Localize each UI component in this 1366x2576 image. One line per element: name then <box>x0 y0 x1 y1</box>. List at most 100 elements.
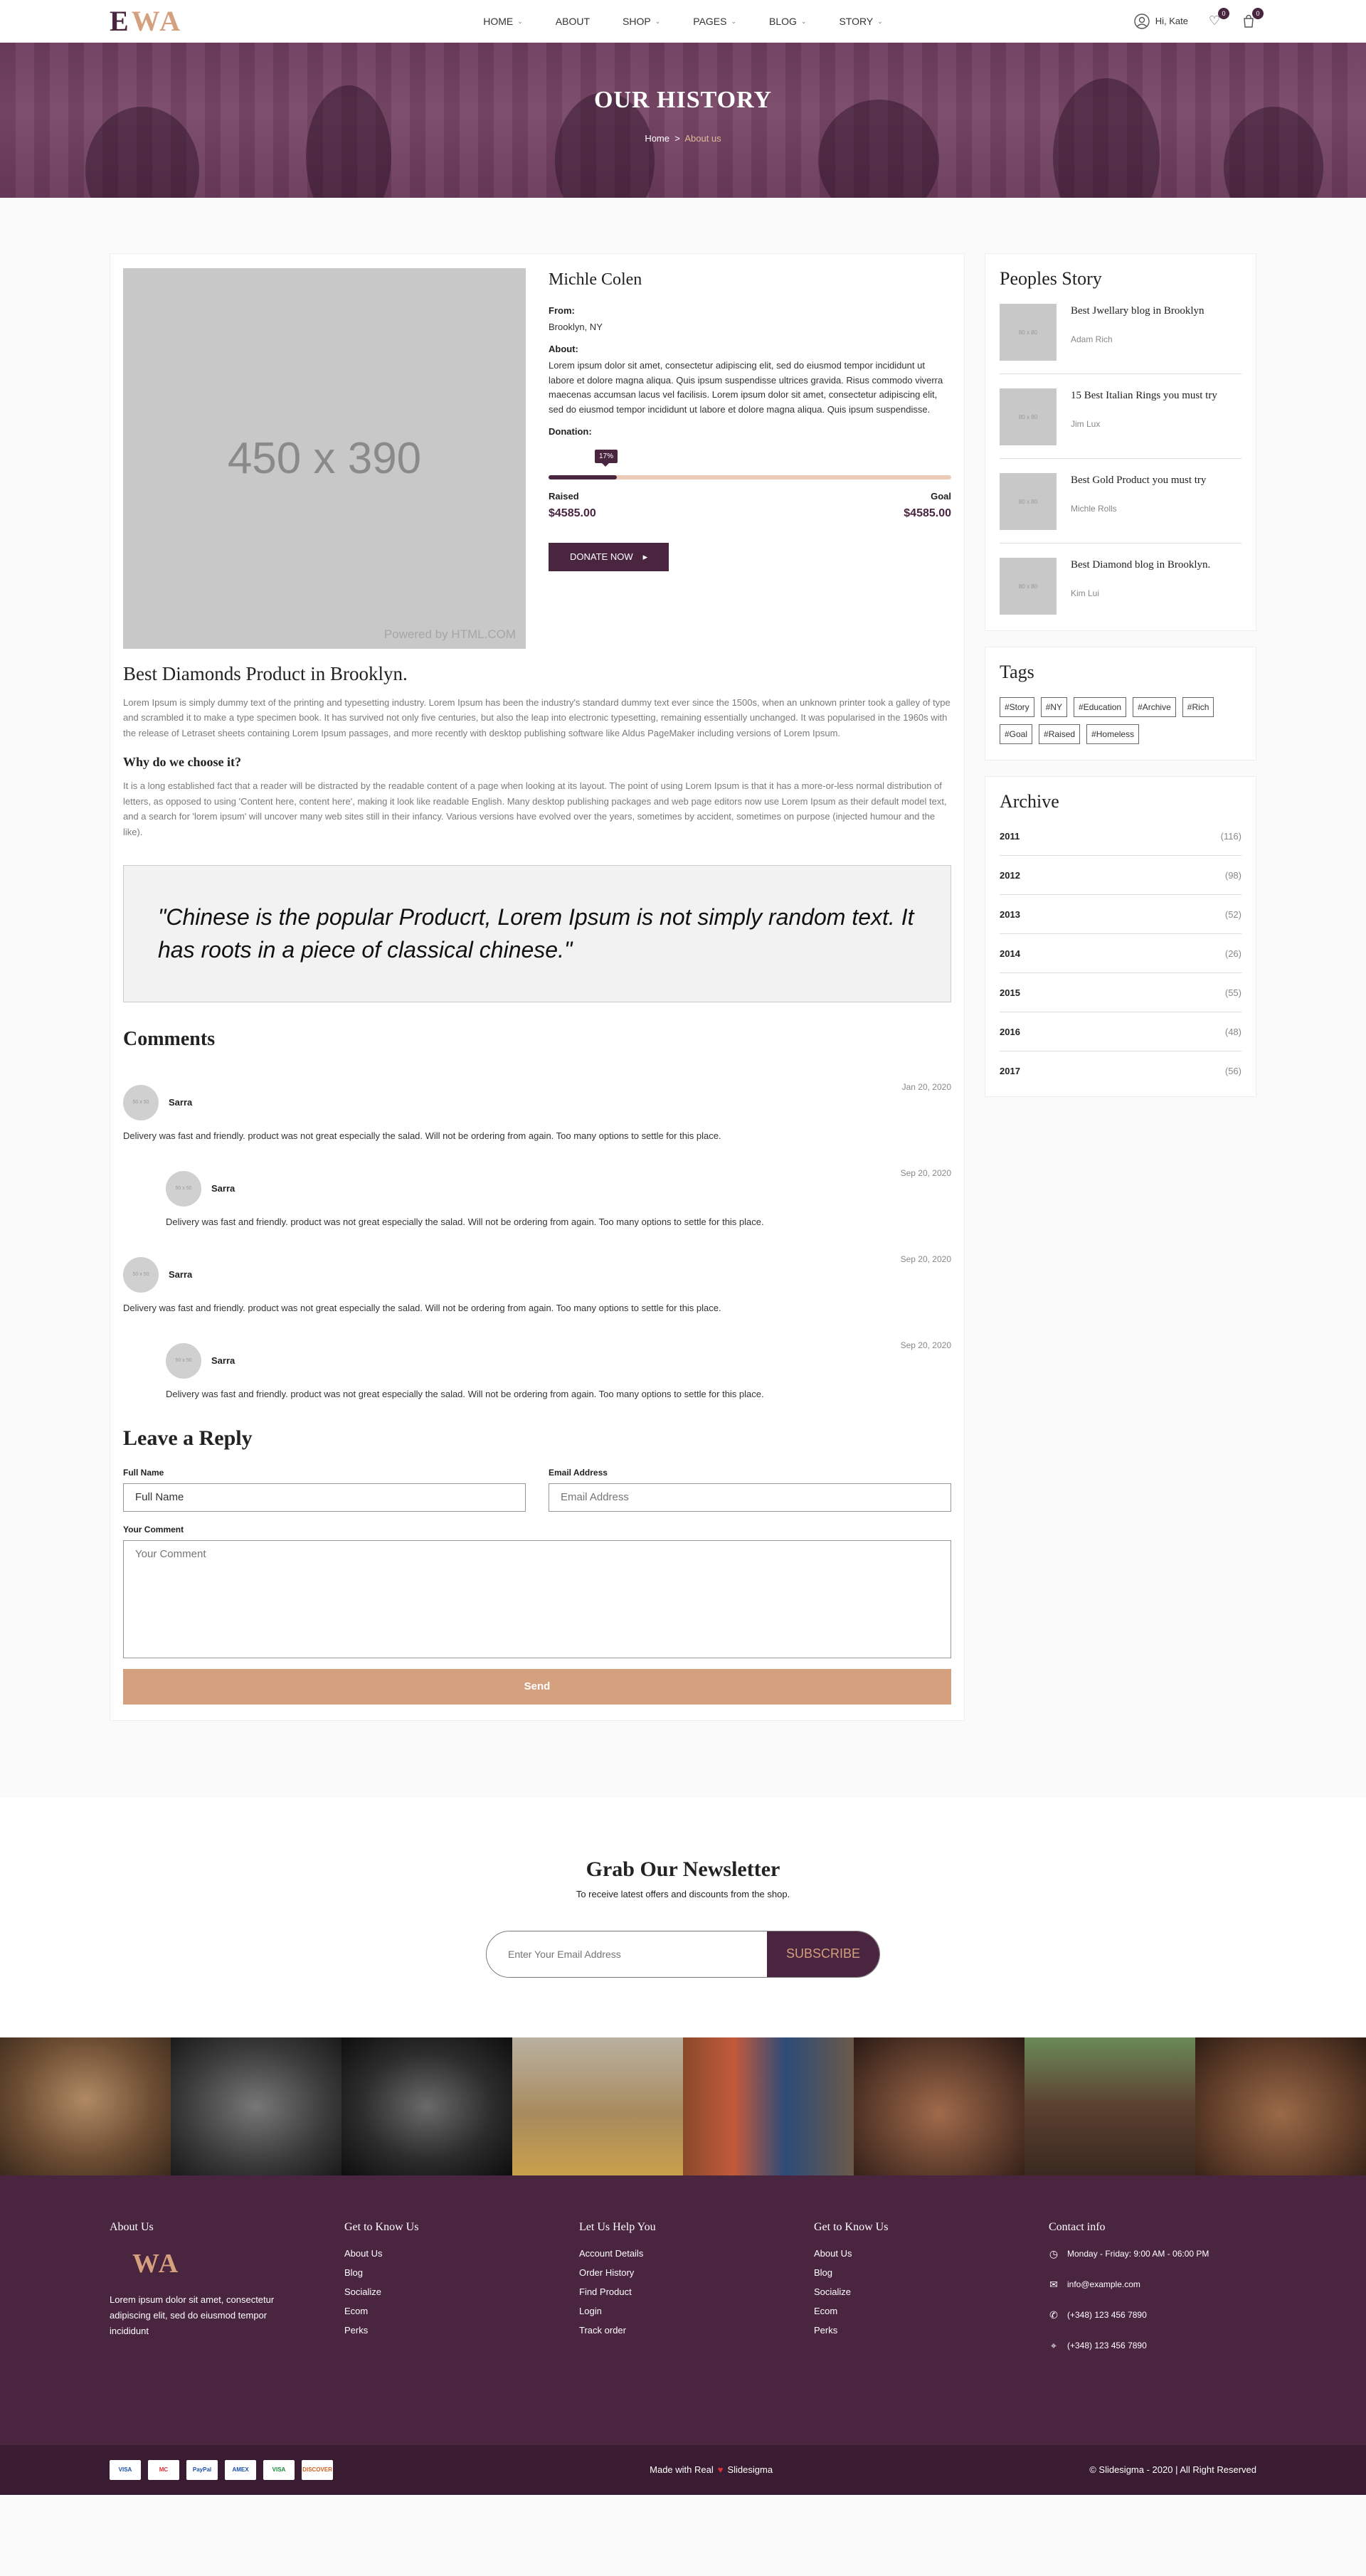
contact-location: ⌖ (+348) 123 456 7890 <box>1049 2340 1255 2352</box>
progress-fill <box>549 475 618 479</box>
full-name-input[interactable] <box>123 1483 526 1512</box>
footer-link[interactable]: Socialize <box>814 2286 1049 2297</box>
newsletter-section: Grab Our Newsletter To receive latest of… <box>0 1797 1366 2037</box>
logo[interactable]: EWA <box>110 4 183 38</box>
archive-item[interactable]: 2015 (55) <box>1000 973 1241 1012</box>
chevron-down-icon: ⌄ <box>655 17 661 25</box>
paypal-icon: PayPal <box>186 2459 218 2480</box>
tag[interactable]: #Education <box>1074 697 1127 717</box>
story-item[interactable]: 80 x 80 Best Diamond blog in Brooklyn. Kim… <box>1000 558 1241 615</box>
comment-author: Sarra <box>169 1269 193 1281</box>
footer-link[interactable]: Find Product <box>579 2286 814 2297</box>
widget-title: Tags <box>1000 662 1034 682</box>
peoples-story-widget: Peoples Story 80 x 80 Best Jwellary blog … <box>985 253 1256 631</box>
footer-link[interactable]: Perks <box>344 2325 579 2336</box>
gallery-photo[interactable] <box>1024 2037 1195 2175</box>
story-item[interactable]: 80 x 80 15 Best Italian Rings you must tr… <box>1000 388 1241 459</box>
logo-wa: WA <box>131 5 184 37</box>
footer-link[interactable]: About Us <box>814 2248 1049 2259</box>
send-button[interactable]: Send <box>123 1668 951 1705</box>
menu-item-blog[interactable]: BLOG ⌄ <box>769 16 806 27</box>
menu-item-pages[interactable]: PAGES ⌄ <box>693 16 736 27</box>
story-item[interactable]: 80 x 80 Best Jwellary blog in Brooklyn Ada… <box>1000 304 1241 374</box>
footer-link[interactable]: Perks <box>814 2325 1049 2336</box>
gallery-photo[interactable] <box>854 2037 1024 2175</box>
archive-year: 2012 <box>1000 870 1020 881</box>
cart-button[interactable]: 0 <box>1241 7 1264 29</box>
made-by-link[interactable]: Slidesigma <box>727 2464 773 2475</box>
footer-link[interactable]: Blog <box>344 2267 579 2278</box>
story-thumbnail: 80 x 80 <box>1000 304 1057 361</box>
email-input[interactable] <box>549 1483 951 1512</box>
tags-widget: Tags #Story #NY #Education #Archive #Ric… <box>985 647 1256 760</box>
gallery-photo[interactable] <box>0 2037 171 2175</box>
footer-link[interactable]: Track order <box>579 2325 814 2336</box>
reply-form-row: Full Name Email Address <box>123 1468 951 1512</box>
tag[interactable]: #Story <box>1000 697 1034 717</box>
user-account[interactable]: Hi, Kate <box>1134 13 1188 29</box>
archive-item[interactable]: 2013 (52) <box>1000 895 1241 934</box>
archive-item[interactable]: 2012 (98) <box>1000 856 1241 895</box>
gallery-photo[interactable] <box>1195 2037 1366 2175</box>
archive-item[interactable]: 2011 (116) <box>1000 827 1241 856</box>
archive-item[interactable]: 2014 (26) <box>1000 934 1241 973</box>
chevron-right-icon: > <box>674 133 680 144</box>
donate-now-button[interactable]: DONATE NOW ▸ <box>549 542 669 571</box>
person-name: Michle Colen <box>549 270 642 289</box>
breadcrumb-home[interactable]: Home <box>645 133 669 144</box>
footer-link[interactable]: Ecom <box>344 2306 579 2316</box>
gallery-photo[interactable] <box>683 2037 854 2175</box>
hero-banner: OUR HISTORY Home > About us <box>0 43 1366 198</box>
footer-link[interactable]: Socialize <box>344 2286 579 2297</box>
footer-link[interactable]: Login <box>579 2306 814 2316</box>
menu-item-shop[interactable]: SHOP ⌄ <box>623 16 660 27</box>
wishlist-button[interactable]: ♡ 0 <box>1207 7 1229 29</box>
payment-cards: VISA MC PayPal AMEX VISA DISCOVER <box>110 2459 333 2480</box>
comment-date: Sep 20, 2020 <box>900 1340 951 1350</box>
comment-textarea[interactable] <box>123 1539 951 1658</box>
goal-value: $4585.00 <box>904 507 951 519</box>
footer-link[interactable]: About Us <box>344 2248 579 2259</box>
tag[interactable]: #NY <box>1040 697 1068 717</box>
menu-item-story[interactable]: STORY ⌄ <box>839 16 882 27</box>
menu-label: HOME <box>483 16 514 27</box>
subscribe-button[interactable]: SUBSCRIBE <box>767 1931 879 1977</box>
menu-item-home[interactable]: HOME ⌄ <box>483 16 523 27</box>
archive-item[interactable]: 2016 (48) <box>1000 1012 1241 1051</box>
story-title: Best Gold Product you must try <box>1071 475 1207 486</box>
footer-logo[interactable]: WA <box>132 2248 344 2279</box>
gallery-photo[interactable] <box>512 2037 683 2175</box>
contact-email[interactable]: ✉ info@example.com <box>1049 2279 1255 2291</box>
story-item[interactable]: 80 x 80 Best Gold Product you must try Mic… <box>1000 473 1241 544</box>
raised-label: Raised <box>549 490 579 502</box>
comment-reply: 50 x 50 Sarra Sep 20, 2020 Delivery was f… <box>166 1340 951 1399</box>
contact-phone[interactable]: ✆ (+348) 123 456 7890 <box>1049 2309 1255 2321</box>
archive-item[interactable]: 2017 (56) <box>1000 1051 1241 1081</box>
tag[interactable]: #Goal <box>1000 724 1033 744</box>
footer-link[interactable]: Account Details <box>579 2248 814 2259</box>
story-image: 450 x 390 Powered by HTML.COM <box>123 268 526 649</box>
footer-heading: About Us <box>110 2220 154 2233</box>
article-subtitle: Why do we choose it? <box>123 755 241 770</box>
tag[interactable]: #Homeless <box>1086 724 1140 744</box>
story-content: 450 x 390 Powered by HTML.COM Michle Col… <box>110 253 965 1721</box>
made-with-text: Made with Real <box>650 2464 714 2476</box>
menu-item-about[interactable]: ABOUT <box>556 16 590 27</box>
footer-link[interactable]: Order History <box>579 2267 814 2278</box>
top-navbar: EWA HOME ⌄ ABOUT SHOP ⌄ PAGES ⌄ BLOG ⌄ STORY… <box>0 0 1366 43</box>
tag[interactable]: #Raised <box>1039 724 1081 744</box>
breadcrumb-current: About us <box>684 133 721 144</box>
comment-author: Sarra <box>211 1183 235 1194</box>
newsletter-email-input[interactable] <box>487 1931 767 1977</box>
footer: About Us WA Lorem ipsum dolor sit amet, … <box>0 2175 1366 2445</box>
footer-link[interactable]: Blog <box>814 2267 1049 2278</box>
newsletter-form: SUBSCRIBE <box>486 1930 880 1978</box>
chevron-down-icon: ⌄ <box>800 17 807 25</box>
gallery-photo[interactable] <box>342 2037 512 2175</box>
contact-phone-text: (+348) 123 456 7890 <box>1067 2310 1147 2321</box>
archive-year: 2017 <box>1000 1066 1020 1076</box>
tag[interactable]: #Archive <box>1133 697 1176 717</box>
gallery-photo[interactable] <box>171 2037 342 2175</box>
footer-link[interactable]: Ecom <box>814 2306 1049 2316</box>
tag[interactable]: #Rich <box>1182 697 1214 717</box>
